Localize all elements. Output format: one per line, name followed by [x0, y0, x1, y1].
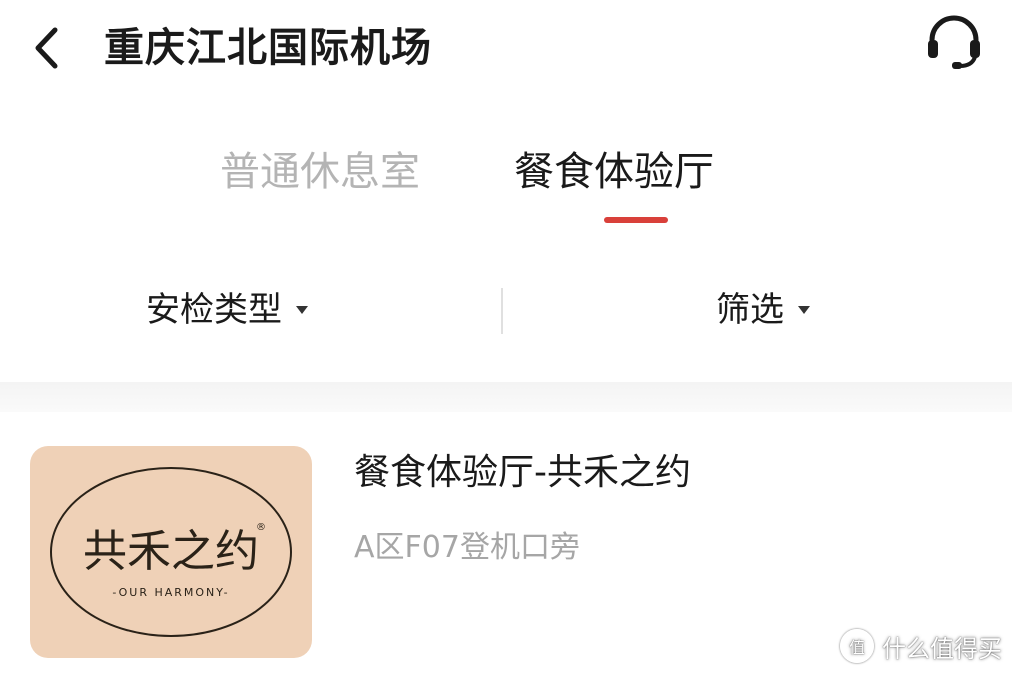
filter-bar: 安检类型 筛选 — [0, 262, 1012, 358]
filter-divider — [501, 288, 503, 334]
lounge-logo-image: 共禾之约 ® -OUR HARMONY- — [30, 446, 312, 658]
watermark-text: 什么值得买 — [882, 634, 1002, 663]
lounge-title: 餐食体验厅-共禾之约 — [354, 452, 691, 493]
logo-brand-text: 共禾之约 — [83, 526, 259, 577]
page-title: 重庆江北国际机场 — [104, 25, 432, 71]
headset-icon — [928, 15, 980, 69]
chevron-left-icon — [35, 27, 58, 69]
customer-service-button[interactable] — [918, 10, 990, 74]
screen-filter[interactable]: 筛选 — [716, 284, 810, 336]
logo-subtitle: -OUR HARMONY- — [112, 586, 229, 599]
active-tab-indicator — [604, 217, 668, 223]
tab-dining-lounge[interactable]: 餐食体验厅 — [514, 140, 714, 204]
security-type-label: 安检类型 — [146, 290, 282, 330]
screen-filter-label: 筛选 — [716, 290, 784, 330]
tab-standard-lounge[interactable]: 普通休息室 — [220, 140, 420, 204]
header-bar: 重庆江北国际机场 — [0, 0, 1012, 96]
watermark-logo-icon: 值 — [840, 629, 874, 663]
lounge-type-tabs: 普通休息室 餐食体验厅 — [0, 130, 1012, 230]
section-separator — [0, 382, 1012, 412]
caret-down-icon — [296, 306, 308, 314]
lounge-location: A区F07登机口旁 — [354, 530, 580, 565]
caret-down-icon — [798, 306, 810, 314]
svg-text:®: ® — [256, 522, 266, 533]
back-button[interactable] — [22, 22, 70, 74]
site-watermark: 值 什么值得买 — [840, 626, 1002, 666]
security-type-filter[interactable]: 安检类型 — [146, 284, 308, 336]
